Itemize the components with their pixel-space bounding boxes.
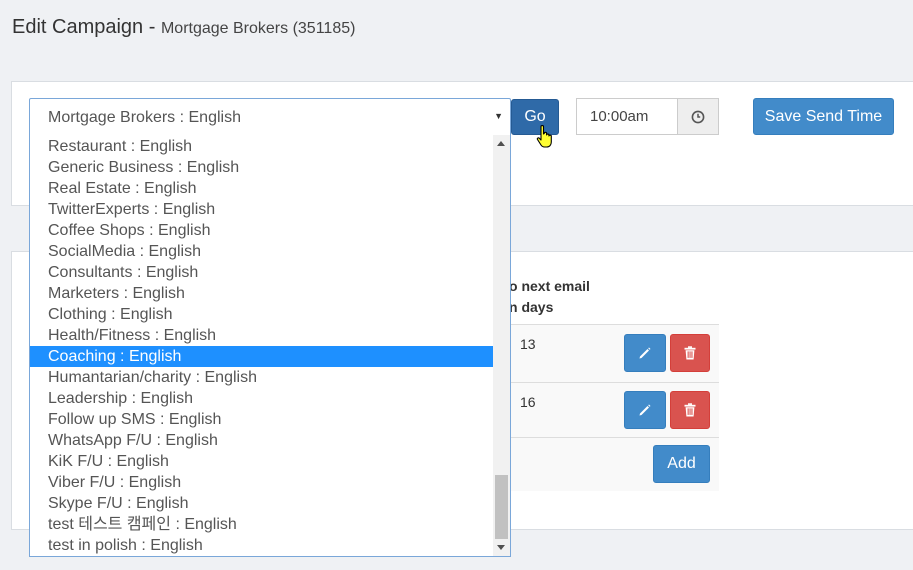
scroll-down-arrow-icon[interactable] bbox=[497, 545, 505, 550]
scroll-thumb[interactable] bbox=[495, 475, 508, 539]
dropdown-option[interactable]: Skype F/U : English bbox=[30, 493, 494, 514]
delete-button[interactable] bbox=[670, 334, 710, 372]
dropdown-option[interactable]: Clothing : English bbox=[30, 304, 494, 325]
page-title: Edit Campaign - Mortgage Brokers (351185… bbox=[12, 16, 355, 39]
dropdown-option[interactable]: Leadership : English bbox=[30, 388, 494, 409]
save-send-time-button[interactable]: Save Send Time bbox=[753, 98, 894, 135]
dropdown-option[interactable]: TwitterExperts : English bbox=[30, 199, 494, 220]
dropdown-option[interactable]: WhatsApp F/U : English bbox=[30, 430, 494, 451]
pencil-icon bbox=[639, 404, 651, 416]
dropdown-option[interactable]: SocialMedia : English bbox=[30, 241, 494, 262]
trash-icon bbox=[684, 403, 696, 417]
title-separator: - bbox=[143, 16, 161, 38]
dropdown-option[interactable]: Real Estate : English bbox=[30, 178, 494, 199]
campaign-select[interactable]: Mortgage Brokers : English ▼ bbox=[29, 98, 511, 136]
dropdown-option-highlighted[interactable]: Coaching : English bbox=[30, 346, 494, 367]
campaign-name: Mortgage Brokers (351185) bbox=[160, 20, 356, 37]
edit-button[interactable] bbox=[624, 334, 666, 372]
dropdown-option[interactable]: Viber F/U : English bbox=[30, 472, 494, 493]
dropdown-option[interactable]: Generic Business : English bbox=[30, 157, 494, 178]
delete-button[interactable] bbox=[670, 391, 710, 429]
clock-icon bbox=[691, 110, 705, 124]
row-divider bbox=[509, 382, 719, 383]
row-divider bbox=[509, 324, 719, 325]
column-header-line-2: n days bbox=[509, 299, 554, 315]
days-cell: 13 bbox=[520, 336, 536, 352]
campaign-select-value: Mortgage Brokers : English bbox=[48, 109, 241, 126]
pencil-icon bbox=[639, 347, 651, 359]
dropdown-option[interactable]: Coffee Shops : English bbox=[30, 220, 494, 241]
dropdown-scrollbar[interactable] bbox=[493, 135, 510, 556]
column-header-line-1: o next email bbox=[509, 278, 590, 294]
dropdown-option[interactable]: Marketers : English bbox=[30, 283, 494, 304]
dropdown-option[interactable]: test 테스트 캠페인 : English bbox=[30, 514, 494, 535]
dropdown-option[interactable]: Restaurant : English bbox=[30, 136, 494, 157]
dropdown-option[interactable]: Follow up SMS : English bbox=[30, 409, 494, 430]
dropdown-option[interactable]: Consultants : English bbox=[30, 262, 494, 283]
dropdown-option[interactable]: KiK F/U : English bbox=[30, 451, 494, 472]
page-title-text: Edit Campaign bbox=[12, 16, 144, 38]
scroll-up-arrow-icon[interactable] bbox=[497, 141, 505, 146]
add-email-button[interactable]: Add bbox=[653, 445, 710, 483]
dropdown-option[interactable]: test in polish : English bbox=[30, 535, 494, 556]
campaign-dropdown-list: Restaurant : English Generic Business : … bbox=[29, 135, 511, 557]
dropdown-option[interactable]: Humantarian/charity : English bbox=[30, 367, 494, 388]
hand-pointer-icon bbox=[536, 124, 556, 155]
dropdown-option[interactable]: Health/Fitness : English bbox=[30, 325, 494, 346]
edit-button[interactable] bbox=[624, 391, 666, 429]
trash-icon bbox=[684, 346, 696, 360]
time-picker-button[interactable] bbox=[677, 98, 719, 135]
send-time-input[interactable]: 10:00am bbox=[576, 98, 678, 135]
row-divider bbox=[509, 437, 719, 438]
caret-down-icon: ▼ bbox=[494, 111, 503, 121]
days-cell: 16 bbox=[520, 394, 536, 410]
next-email-column-header: o next email n days bbox=[509, 276, 590, 318]
